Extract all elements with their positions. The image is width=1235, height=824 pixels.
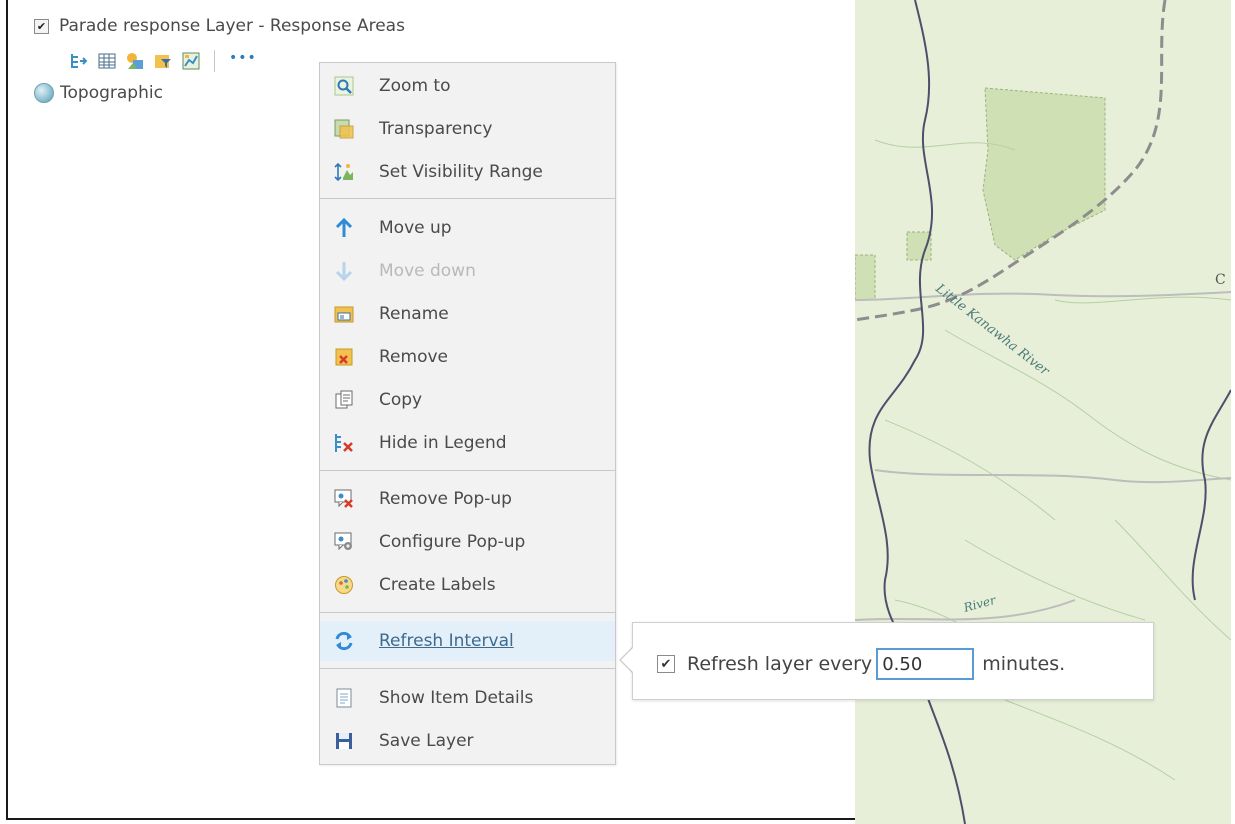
- table-icon[interactable]: [98, 52, 116, 70]
- menu-divider: [320, 470, 615, 471]
- refresh-icon: [333, 630, 355, 652]
- river-label-2: River: [961, 593, 998, 616]
- filter-icon[interactable]: [154, 52, 172, 70]
- refresh-enabled-checkbox[interactable]: ✔: [657, 655, 675, 673]
- analysis-icon[interactable]: [182, 52, 200, 70]
- menu-item-zoom-to[interactable]: Zoom to: [320, 66, 615, 106]
- menu-divider: [320, 198, 615, 199]
- menu-item-label: Refresh Interval: [379, 631, 514, 651]
- globe-icon: [34, 83, 54, 103]
- arrow-up-icon: [333, 217, 355, 239]
- layer-toolbar: •••: [70, 50, 257, 72]
- item-details-icon: [333, 687, 355, 709]
- menu-item-label: Transparency: [379, 119, 493, 139]
- remove-icon: [333, 346, 355, 368]
- menu-item-label: Show Item Details: [379, 688, 534, 708]
- copy-icon: [333, 389, 355, 411]
- menu-item-remove[interactable]: Remove: [320, 337, 615, 377]
- basemap-name[interactable]: Topographic: [60, 83, 163, 103]
- menu-item-label: Zoom to: [379, 76, 451, 96]
- layer-context-menu: Zoom to Transparency Set Visibility Rang…: [319, 62, 616, 765]
- menu-item-set-visibility-range[interactable]: Set Visibility Range: [320, 152, 615, 192]
- layer-name[interactable]: Parade response Layer - Response Areas: [59, 16, 405, 36]
- menu-item-label: Create Labels: [379, 575, 496, 595]
- menu-item-label: Copy: [379, 390, 423, 410]
- zoom-to-icon: [333, 75, 355, 97]
- menu-divider: [320, 612, 615, 613]
- menu-item-label: Remove Pop-up: [379, 489, 512, 509]
- refresh-unit-label: minutes.: [982, 653, 1066, 675]
- menu-item-show-item-details[interactable]: Show Item Details: [320, 678, 615, 718]
- create-labels-icon: [333, 574, 355, 596]
- menu-item-label: Set Visibility Range: [379, 162, 543, 182]
- menu-item-move-down: Move down: [320, 251, 615, 291]
- menu-divider: [320, 668, 615, 669]
- map-place-label: C: [1215, 272, 1226, 288]
- map-view[interactable]: Little Kanawha River River: [855, 0, 1231, 824]
- menu-item-configure-popup[interactable]: Configure Pop-up: [320, 522, 615, 562]
- legend-icon[interactable]: [70, 52, 88, 70]
- menu-item-copy[interactable]: Copy: [320, 380, 615, 420]
- menu-item-move-up[interactable]: Move up: [320, 208, 615, 248]
- menu-item-label: Remove: [379, 347, 448, 367]
- menu-item-refresh-interval[interactable]: Refresh Interval: [320, 621, 615, 661]
- menu-item-label: Move down: [379, 261, 476, 281]
- change-style-icon[interactable]: [126, 52, 144, 70]
- menu-item-label: Hide in Legend: [379, 433, 507, 453]
- refresh-interval-input[interactable]: [876, 648, 975, 680]
- remove-popup-icon: [333, 488, 355, 510]
- menu-item-label: Configure Pop-up: [379, 532, 526, 552]
- menu-item-rename[interactable]: Rename: [320, 294, 615, 334]
- save-icon: [333, 730, 355, 752]
- menu-item-transparency[interactable]: Transparency: [320, 109, 615, 149]
- configure-popup-icon: [333, 531, 355, 553]
- refresh-interval-popup: ✔ Refresh layer every minutes.: [632, 622, 1154, 700]
- refresh-label: Refresh layer every: [687, 653, 873, 675]
- menu-item-create-labels[interactable]: Create Labels: [320, 565, 615, 605]
- popup-arrow-inner: [621, 647, 634, 673]
- menu-item-save-layer[interactable]: Save Layer: [320, 721, 615, 761]
- more-options-button[interactable]: •••: [229, 50, 257, 66]
- layer-item[interactable]: ✔ Parade response Layer - Response Areas: [34, 14, 405, 38]
- visibility-range-icon: [333, 161, 355, 183]
- menu-item-remove-popup[interactable]: Remove Pop-up: [320, 479, 615, 519]
- transparency-icon: [333, 118, 355, 140]
- arrow-down-icon: [333, 260, 355, 282]
- layer-visibility-checkbox[interactable]: ✔: [34, 18, 49, 34]
- hide-in-legend-icon: [333, 432, 355, 454]
- menu-item-label: Move up: [379, 218, 452, 238]
- topographic-map: Little Kanawha River River: [855, 0, 1231, 824]
- basemap-item[interactable]: Topographic: [34, 80, 163, 106]
- toolbar-divider: [214, 50, 215, 72]
- menu-item-label: Rename: [379, 304, 449, 324]
- rename-icon: [333, 303, 355, 325]
- menu-item-label: Save Layer: [379, 731, 474, 751]
- river-label: Little Kanawha River: [932, 281, 1052, 380]
- menu-item-hide-in-legend[interactable]: Hide in Legend: [320, 423, 615, 463]
